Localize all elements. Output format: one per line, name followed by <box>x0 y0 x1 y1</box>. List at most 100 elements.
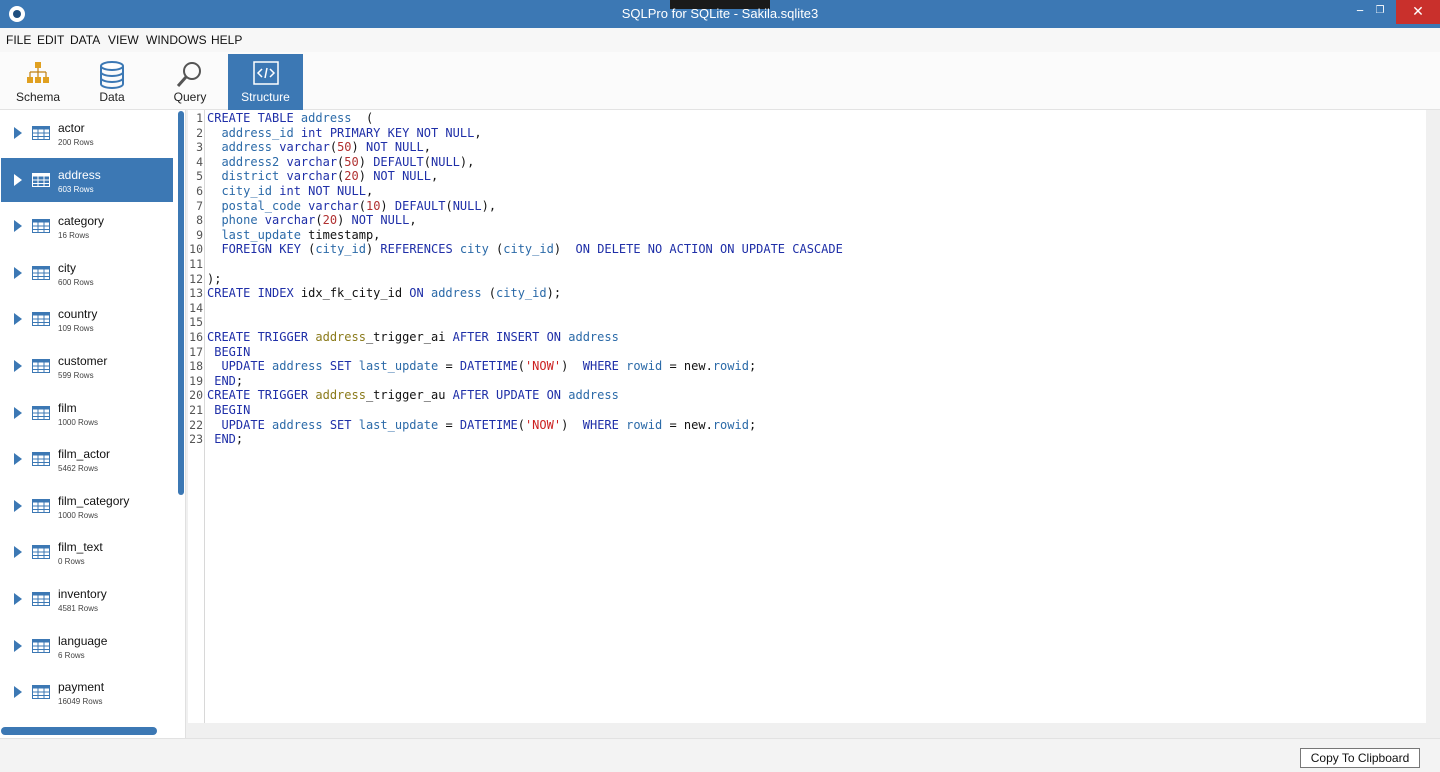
menu-view[interactable]: VIEW <box>108 33 139 47</box>
expand-arrow-icon[interactable] <box>14 639 22 652</box>
line-number: 1 <box>196 111 203 125</box>
table-item[interactable]: film_category 1000 Rows <box>1 484 173 528</box>
code-token: ( <box>517 359 525 374</box>
code-token: _trigger_au <box>365 388 453 403</box>
code-text: postal_code varchar(10) DEFAULT(NULL), <box>207 199 496 214</box>
code-token: int <box>272 184 309 198</box>
table-item[interactable]: film_actor 5462 Rows <box>1 437 173 481</box>
expand-arrow-icon[interactable] <box>14 360 22 372</box>
code-line: 19 END; <box>188 374 1408 389</box>
table-item[interactable]: address 603 Rows <box>1 157 173 202</box>
code-token: address <box>272 417 323 432</box>
code-token: ( <box>351 111 374 125</box>
code-line: 13 CREATE INDEX idx_fk_city_id ON address… <box>188 286 1408 301</box>
expand-arrow-icon[interactable] <box>14 406 22 419</box>
code-token: int <box>293 125 330 140</box>
code-token: = new. <box>662 417 713 432</box>
table-item[interactable]: language 6 Rows <box>1 624 173 668</box>
expand-arrow-icon[interactable] <box>14 127 22 139</box>
code-line: 22 UPDATE address SET last_update = DATE… <box>188 418 1408 433</box>
code-text: address_id int PRIMARY KEY NOT NULL, <box>207 125 481 141</box>
expand-arrow-icon[interactable] <box>14 686 22 699</box>
code-token: ; <box>235 373 244 388</box>
code-token: ; <box>748 359 757 374</box>
code-text: district varchar(20) NOT NULL, <box>207 169 438 184</box>
table-row-count: 600 Rows <box>58 277 94 287</box>
code-text: BEGIN <box>207 403 250 418</box>
expand-arrow-icon[interactable] <box>14 499 22 512</box>
close-button[interactable]: ✕ <box>1396 0 1440 24</box>
code-token: _trigger_ai <box>365 330 453 344</box>
tab-data-label: Data <box>99 90 125 104</box>
code-token: NOT NULL <box>365 140 424 155</box>
menu-data[interactable]: DATA <box>70 33 100 47</box>
table-icon <box>32 359 50 373</box>
maximize-button[interactable]: ❐ <box>1364 0 1396 24</box>
code-token: NOT NULL <box>373 169 431 184</box>
table-icon <box>32 405 50 420</box>
table-item[interactable]: inventory 4581 Rows <box>1 577 173 621</box>
table-row-count: 109 Rows <box>58 324 94 334</box>
table-list-horizontal-scrollbar[interactable] <box>1 727 157 735</box>
expand-arrow-icon[interactable] <box>14 173 22 186</box>
table-name: actor <box>58 121 85 135</box>
code-token: SET <box>322 417 359 432</box>
expand-arrow-icon[interactable] <box>14 220 22 233</box>
copy-to-clipboard-button[interactable]: Copy To Clipboard <box>1300 748 1420 768</box>
menu-help[interactable]: HELP <box>211 33 242 47</box>
code-line: 14 <box>188 301 1408 316</box>
tab-query[interactable]: Query <box>152 54 228 110</box>
menu-file[interactable]: FILE <box>6 33 31 47</box>
line-number: 12 <box>189 271 203 286</box>
table-item[interactable]: film 1000 Rows <box>1 391 173 435</box>
window-title: SQLPro for SQLite - Sakila.sqlite3 <box>621 6 819 21</box>
table-list-vertical-scrollbar[interactable] <box>178 111 184 495</box>
code-token: city <box>452 242 489 257</box>
menu-windows[interactable]: WINDOWS <box>146 33 207 47</box>
table-icon <box>32 545 50 560</box>
expand-arrow-icon[interactable] <box>14 453 22 466</box>
tab-data[interactable]: Data <box>76 54 148 110</box>
line-number: 23 <box>189 432 203 447</box>
code-token: ) <box>561 417 583 432</box>
table-item[interactable]: payment 16049 Rows <box>1 670 173 714</box>
line-number: 2 <box>196 125 203 140</box>
code-line: 16 CREATE TRIGGER address_trigger_ai AFTE… <box>188 330 1408 345</box>
code-text: CREATE INDEX idx_fk_city_id ON address (… <box>207 286 561 301</box>
code-line: 15 <box>188 315 1408 330</box>
code-token: END <box>214 373 236 388</box>
code-text: CREATE TRIGGER address_trigger_au AFTER … <box>207 388 619 403</box>
table-item[interactable]: category 16 Rows <box>1 204 173 248</box>
table-icon <box>32 219 50 234</box>
line-number: 16 <box>189 330 203 344</box>
sql-structure-editor[interactable]: 1 CREATE TABLE address (2 address_id int … <box>188 110 1426 723</box>
code-token: ) <box>358 169 374 184</box>
code-token: rowid <box>626 417 663 432</box>
code-token: = <box>438 417 460 432</box>
tab-schema[interactable]: Schema <box>0 54 76 110</box>
code-token: ON DELETE NO ACTION ON UPDATE CASCADE <box>575 242 843 257</box>
expand-arrow-icon[interactable] <box>14 266 22 279</box>
editor-horizontal-scrollbar[interactable] <box>188 723 1426 735</box>
code-token: 10 <box>365 198 381 213</box>
code-line: 18 UPDATE address SET last_update = DATE… <box>188 359 1408 374</box>
code-token: WHERE <box>582 417 627 432</box>
table-item[interactable]: city 600 Rows <box>1 251 173 295</box>
code-token: timestamp, <box>300 227 381 242</box>
table-item[interactable]: actor 200 Rows <box>1 111 173 155</box>
expand-arrow-icon[interactable] <box>14 546 22 559</box>
table-item[interactable]: customer 599 Rows <box>1 344 173 388</box>
code-text: phone varchar(20) NOT NULL, <box>207 213 416 228</box>
tab-structure[interactable]: Structure <box>228 54 303 110</box>
table-item[interactable]: film_text 0 Rows <box>1 530 173 574</box>
code-token: = <box>438 359 460 374</box>
menu-edit[interactable]: EDIT <box>37 33 64 47</box>
expand-arrow-icon[interactable] <box>14 313 22 326</box>
expand-arrow-icon[interactable] <box>14 593 22 605</box>
line-number: 15 <box>189 315 203 330</box>
table-item[interactable]: country 109 Rows <box>1 297 173 341</box>
code-token: ), <box>459 154 475 169</box>
table-row-count: 16049 Rows <box>58 697 103 707</box>
